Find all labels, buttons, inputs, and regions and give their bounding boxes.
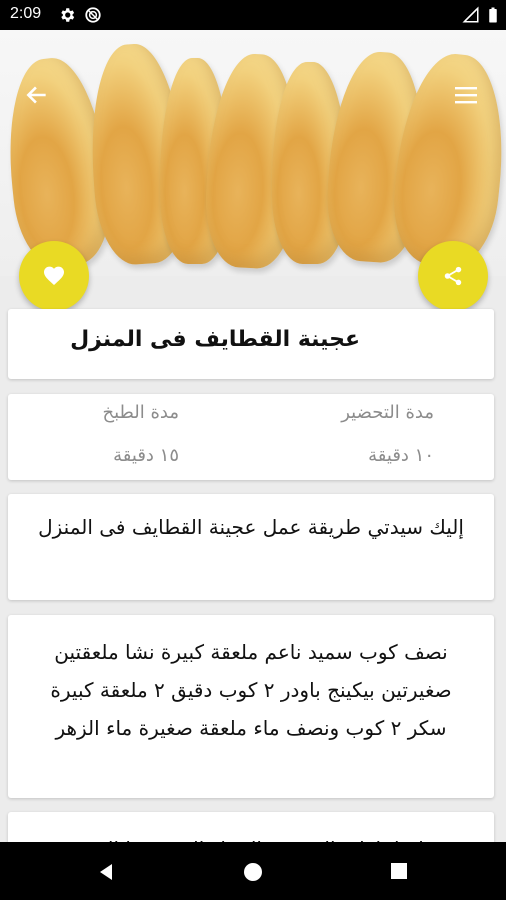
arrow-back-icon[interactable]: [24, 82, 50, 108]
recipe-title: عجينة القطايف فى المنزل: [70, 327, 360, 352]
circle-home-icon[interactable]: [243, 862, 263, 882]
prep-time-label: مدة التحضير: [341, 402, 434, 423]
system-navigation-bar: [0, 842, 506, 900]
share-button[interactable]: [418, 241, 488, 311]
recipe-title-card: عجينة القطايف فى المنزل: [8, 309, 494, 379]
cook-time-label: مدة الطبخ: [102, 402, 179, 423]
recipe-time-card: مدة التحضير ١٠ دقيقة مدة الطبخ ١٥ دقيقة: [8, 394, 494, 480]
heart-icon: [44, 266, 64, 285]
recipe-intro-card: إليك سيدتي طريقة عمل عجينة القطايف فى ال…: [8, 494, 494, 600]
like-button[interactable]: [19, 241, 89, 311]
signal-icon: [462, 6, 479, 23]
status-time: 2:09: [10, 5, 42, 22]
do-not-disturb-icon: [85, 7, 101, 23]
recipe-ingredients-card: نصف كوب سميد ناعم ملعقة كبيرة نشا ملعقتي…: [8, 615, 494, 798]
share-icon: [444, 266, 462, 286]
prep-time-value: ١٠ دقيقة: [368, 445, 434, 466]
triangle-back-icon[interactable]: [96, 862, 116, 882]
cook-time-value: ١٥ دقيقة: [113, 445, 179, 466]
gear-icon: [61, 8, 75, 22]
battery-icon: [489, 7, 497, 23]
recipe-intro-text: إليك سيدتي طريقة عمل عجينة القطايف فى ال…: [38, 515, 464, 539]
square-recents-icon[interactable]: [390, 862, 408, 880]
status-bar: 2:09: [0, 0, 506, 30]
recipe-ingredients-text: نصف كوب سميد ناعم ملعقة كبيرة نشا ملعقتي…: [50, 640, 452, 740]
recipe-hero-image: [0, 30, 506, 276]
hamburger-menu-icon[interactable]: [454, 84, 478, 106]
